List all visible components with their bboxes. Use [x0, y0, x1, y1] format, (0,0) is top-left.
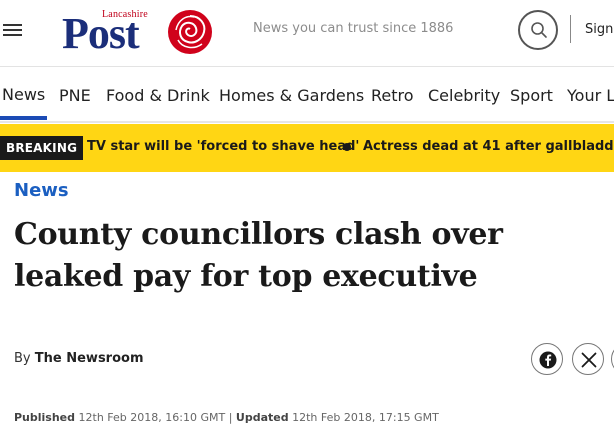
section-link[interactable]: News: [14, 180, 69, 201]
byline-prefix: By: [14, 351, 31, 366]
rose-icon: [168, 10, 212, 54]
nav-item-sport[interactable]: Sport: [510, 86, 553, 105]
article-timestamps: Published 12th Feb 2018, 16:10 GMT | Upd…: [14, 411, 439, 424]
site-logo[interactable]: Post Lancashire: [62, 8, 214, 58]
header-divider: [570, 15, 571, 43]
author-link[interactable]: The Newsroom: [35, 351, 144, 366]
site-header: Post Lancashire News you can trust since…: [0, 0, 614, 67]
main-nav: News PNE Food & Drink Homes & Gardens Re…: [0, 68, 614, 123]
logo-subtitle: Lancashire: [102, 9, 148, 20]
breaking-news-bar: BREAKING TV star will be 'forced to shav…: [0, 124, 614, 172]
x-icon: [581, 352, 597, 368]
breaking-item[interactable]: Actress dead at 41 after gallbladder r: [363, 139, 614, 154]
sign-in-link[interactable]: Sign: [585, 22, 613, 37]
search-icon: [531, 22, 547, 38]
search-button[interactable]: [518, 10, 558, 50]
facebook-icon: [539, 351, 557, 369]
nav-item-homes-gardens[interactable]: Homes & Gardens: [219, 86, 364, 105]
breaking-label: BREAKING: [0, 136, 84, 160]
share-facebook-button[interactable]: [531, 343, 563, 375]
ticker-separator-dot: [343, 143, 351, 151]
nav-item-food-drink[interactable]: Food & Drink: [106, 86, 210, 105]
nav-item-celebrity[interactable]: Celebrity: [428, 86, 500, 105]
nav-item-news[interactable]: News: [2, 85, 45, 104]
published-label: Published: [14, 411, 76, 424]
nav-item-pne[interactable]: PNE: [59, 86, 91, 105]
site-tagline: News you can trust since 1886: [253, 21, 454, 36]
byline: By The Newsroom: [14, 351, 144, 366]
published-date: 12th Feb 2018, 16:10 GMT: [78, 411, 226, 424]
meta-separator: |: [228, 411, 233, 424]
share-x-button[interactable]: [572, 343, 604, 375]
hamburger-icon[interactable]: [3, 24, 22, 37]
nav-active-indicator: [0, 116, 47, 120]
updated-date: 12th Feb 2018, 17:15 GMT: [292, 411, 439, 424]
breaking-item[interactable]: TV star will be 'forced to shave head': [87, 139, 359, 154]
updated-label: Updated: [235, 411, 289, 424]
article-headline: County councillors clash over leaked pay…: [14, 217, 503, 294]
nav-item-retro[interactable]: Retro: [371, 86, 414, 105]
nav-item-your-l[interactable]: Your L: [567, 86, 614, 105]
